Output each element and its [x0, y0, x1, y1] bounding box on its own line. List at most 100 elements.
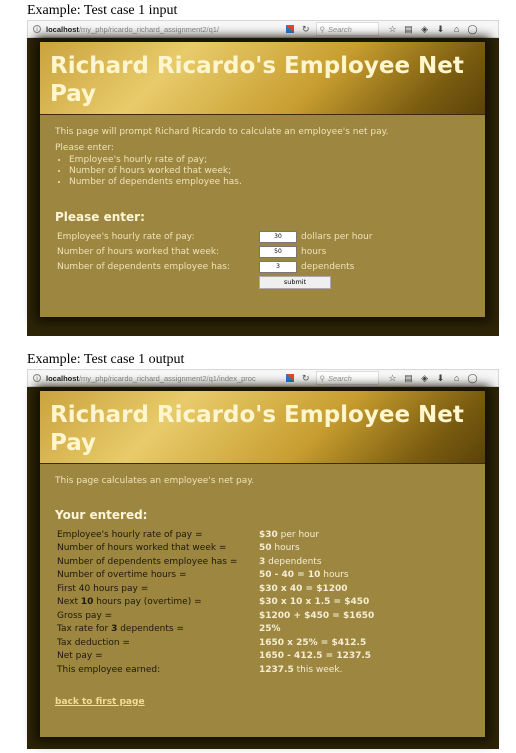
input-page-frame: Richard Ricardo's Employee Net Pay This …	[27, 38, 499, 336]
field-unit: hours	[301, 246, 327, 257]
field-label: Number of dependents employee has:	[57, 261, 231, 272]
form-row: Employee's hourly rate of pay: 30 dollar…	[55, 229, 470, 244]
url-path: /my_php/ricardo_richard_assignment2/q1/	[78, 24, 220, 34]
info-icon[interactable]: i	[33, 25, 41, 33]
output-caption: Example: Test case 1 output	[27, 352, 185, 367]
search-icon: ⚲	[319, 373, 326, 383]
page-banner: Richard Ricardo's Employee Net Pay	[40, 391, 485, 464]
result-value: 1650 x 25% = $412.5	[259, 637, 367, 648]
reading-list-icon[interactable]: ▤	[401, 373, 417, 384]
please-enter-text: Please enter:	[55, 143, 114, 153]
output-page-frame: Richard Ricardo's Employee Net Pay This …	[27, 387, 499, 749]
dependents-input[interactable]: 3	[259, 260, 297, 273]
page-banner: Richard Ricardo's Employee Net Pay	[40, 42, 485, 115]
form-heading: Please enter:	[55, 210, 145, 224]
result-value: $1200 + $450 = $1650	[259, 610, 375, 621]
input-caption: Example: Test case 1 input	[27, 3, 178, 18]
submit-button[interactable]: submit	[259, 276, 331, 289]
pocket-icon[interactable]: ◈	[417, 24, 433, 35]
result-row: Next 10 hours pay (overtime) = $30 x 10 …	[55, 596, 470, 610]
search-input[interactable]: ⚲ Search	[315, 371, 379, 385]
bookmark-star-icon[interactable]: ☆	[385, 24, 401, 35]
search-placeholder: Search	[328, 373, 352, 383]
result-row: Gross pay = $1200 + $450 = $1650	[55, 609, 470, 623]
chat-icon[interactable]: ◯	[465, 373, 481, 384]
label-text: dependents =	[117, 624, 184, 635]
result-label: Employee's hourly rate of pay =	[57, 529, 203, 540]
list-item: Number of dependents employee has.	[69, 177, 470, 188]
download-icon[interactable]: ⬇	[433, 373, 449, 384]
url-host: localhost	[46, 24, 79, 34]
results-heading: Your entered:	[55, 508, 148, 522]
address-bar[interactable]: localhost/my_php/ricardo_richard_assignm…	[46, 374, 271, 383]
address-bar[interactable]: localhost/my_php/ricardo_richard_assignm…	[46, 25, 271, 34]
result-label: This employee earned:	[57, 664, 161, 675]
chat-icon[interactable]: ◯	[465, 24, 481, 35]
browser-toolbar: i localhost/my_php/ricardo_richard_assig…	[27, 369, 499, 387]
info-icon[interactable]: i	[33, 374, 41, 382]
result-label: Gross pay =	[57, 610, 113, 621]
result-label: Tax deduction =	[57, 637, 130, 648]
reload-icon[interactable]: ↻	[302, 373, 310, 384]
intro-text: This page calculates an employee's net p…	[55, 476, 255, 486]
result-label: Number of dependents employee has =	[57, 556, 238, 567]
result-value: $30 x 10 x 1.5 = $450	[259, 597, 370, 608]
page-title: Richard Ricardo's Employee Net Pay	[50, 402, 464, 456]
field-label: Employee's hourly rate of pay:	[57, 231, 195, 242]
form-row: Number of dependents employee has: 3 dep…	[55, 259, 470, 274]
instruction-list: Employee's hourly rate of pay; Number of…	[55, 155, 470, 188]
label-number: 10	[80, 597, 94, 608]
result-row: Tax deduction = 1650 x 25% = $412.5	[55, 636, 470, 650]
download-icon[interactable]: ⬇	[433, 24, 449, 35]
label-text: hours pay (overtime) =	[93, 597, 202, 608]
back-link[interactable]: back to first page	[55, 697, 145, 707]
result-row: Employee's hourly rate of pay = $30 per …	[55, 528, 470, 542]
reload-icon[interactable]: ↻	[302, 24, 310, 35]
result-row: Number of hours worked that week = 50 ho…	[55, 542, 470, 556]
result-label: Next 10 hours pay (overtime) =	[55, 597, 259, 607]
url-path: /my_php/ricardo_richard_assignment2/q1/i…	[78, 373, 256, 383]
field-label: Number of hours worked that week:	[57, 246, 220, 257]
field-unit: dollars per hour	[301, 231, 373, 242]
hourly-rate-input[interactable]: 30	[259, 230, 297, 243]
result-unit: hours	[271, 543, 300, 554]
result-value: $30 x 40 = $1200	[259, 583, 348, 594]
result-unit: per hour	[277, 529, 320, 540]
extension-icon[interactable]	[286, 25, 294, 33]
result-row: Number of overtime hours = 50 - 40 = 10 …	[55, 569, 470, 583]
page-title: Richard Ricardo's Employee Net Pay	[50, 53, 464, 107]
search-icon: ⚲	[319, 24, 326, 34]
result-label: First 40 hours pay =	[57, 583, 149, 594]
result-label: Net pay =	[57, 651, 103, 662]
result-value: 1650 - 412.5 = 1237.5	[259, 651, 372, 662]
list-item: Employee's hourly rate of pay;	[69, 155, 470, 166]
field-unit: dependents	[301, 261, 355, 272]
label-text: Tax rate for	[57, 624, 112, 635]
result-label: Tax rate for 3 dependents =	[55, 624, 259, 634]
label-text: Next	[57, 597, 81, 608]
hours-worked-input[interactable]: 50	[259, 245, 297, 258]
bookmark-star-icon[interactable]: ☆	[385, 373, 401, 384]
form-row: Number of hours worked that week: 50 hou…	[55, 244, 470, 259]
extension-icon[interactable]	[286, 374, 294, 382]
result-unit: hours	[320, 570, 349, 581]
result-row: Number of dependents employee has = 3 de…	[55, 555, 470, 569]
result-value: 50 - 40 = 10	[259, 570, 321, 581]
result-value: 25%	[259, 624, 281, 635]
result-unit: this week.	[293, 664, 343, 675]
result-row: Net pay = 1650 - 412.5 = 1237.5	[55, 650, 470, 664]
list-item: Number of hours worked that week;	[69, 166, 470, 177]
home-icon[interactable]: ⌂	[449, 24, 465, 35]
reading-list-icon[interactable]: ▤	[401, 24, 417, 35]
result-value: $30	[259, 529, 278, 540]
result-unit: dependents	[265, 556, 322, 567]
home-icon[interactable]: ⌂	[449, 373, 465, 384]
browser-toolbar: i localhost/my_php/ricardo_richard_assig…	[27, 20, 499, 38]
result-value: 1237.5	[259, 664, 294, 675]
search-input[interactable]: ⚲ Search	[315, 22, 379, 36]
result-label: Number of hours worked that week =	[57, 543, 227, 554]
output-page: Richard Ricardo's Employee Net Pay This …	[40, 391, 485, 737]
result-row: Tax rate for 3 dependents = 25%	[55, 623, 470, 637]
pocket-icon[interactable]: ◈	[417, 373, 433, 384]
result-label: Number of overtime hours =	[57, 570, 187, 581]
